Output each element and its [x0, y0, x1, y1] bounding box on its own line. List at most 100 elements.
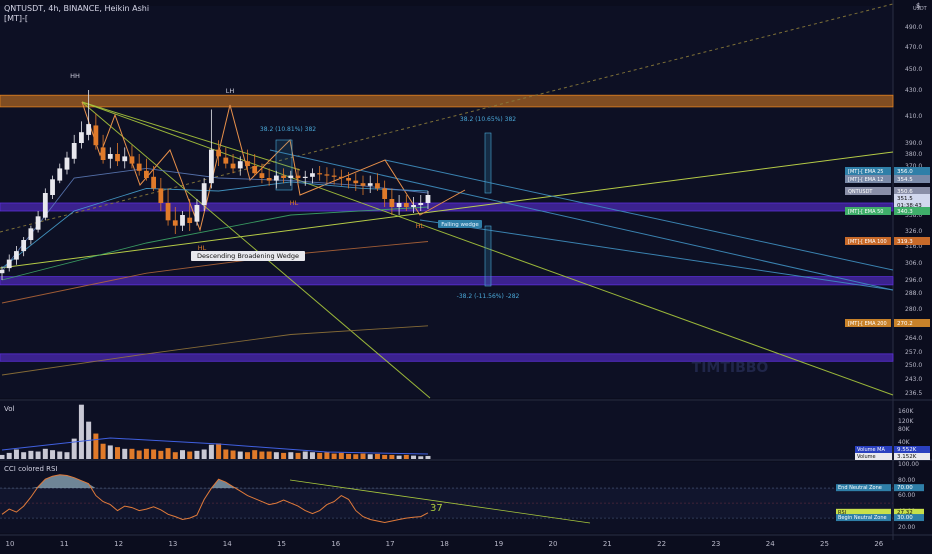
x-tick-label: 19 — [494, 540, 503, 548]
candle — [389, 199, 395, 207]
y-tick-label: 410.0 — [905, 113, 922, 120]
price-tag-value: 354.5 — [897, 177, 913, 183]
candle — [187, 217, 193, 223]
volume-bar — [230, 450, 236, 459]
candle — [223, 157, 229, 164]
price-tag-value: 270.2 — [897, 321, 913, 327]
candle — [165, 203, 171, 221]
volume-bar — [223, 449, 229, 459]
zone-support — [0, 276, 894, 286]
y-tick-label: 296.0 — [905, 277, 922, 284]
vol-tick-label: 80K — [898, 426, 911, 433]
candle — [295, 175, 301, 178]
x-tick-label: 15 — [277, 540, 286, 548]
candle — [115, 154, 120, 162]
x-tick-label: 13 — [168, 540, 177, 548]
candle — [273, 175, 279, 181]
candle — [151, 176, 157, 189]
volume-bar — [187, 451, 193, 459]
price-tag-name-text: [MT]-[ EMA 25 — [848, 169, 883, 175]
candle — [338, 176, 344, 178]
volume-bar — [122, 448, 128, 459]
x-tick-label: 24 — [766, 540, 775, 548]
y-tick-label: 380.0 — [905, 151, 922, 158]
candle — [71, 143, 77, 159]
indicator-label: [MT]-[ — [4, 14, 29, 23]
volume-bar — [35, 451, 41, 459]
candle — [100, 147, 106, 160]
candle — [259, 173, 265, 178]
volume-bar — [208, 444, 214, 459]
volume-bar — [295, 452, 301, 459]
volume-bar — [42, 448, 48, 459]
chart-title: QNTUSDT, 4h, BINANCE, Heikin Ashi — [4, 4, 150, 13]
rsi-tick-label: 100.00 — [898, 461, 919, 468]
volume-bar — [165, 448, 171, 459]
candle — [136, 163, 142, 171]
candle — [144, 170, 149, 178]
candle — [382, 188, 388, 199]
annotation-label: 38.2 (10.65%) 382 — [460, 116, 516, 123]
candle — [266, 178, 272, 181]
y-tick-label: 326.0 — [905, 228, 922, 235]
x-tick-label: 12 — [114, 540, 123, 548]
rsi-neutral-zone — [0, 488, 893, 519]
volume-bar — [216, 443, 222, 459]
volume-bar — [158, 450, 164, 459]
x-tick-label: 20 — [549, 540, 558, 548]
annotation-label: LH — [226, 87, 235, 95]
x-tick-label: 22 — [657, 540, 666, 548]
volume-bar — [403, 454, 409, 459]
pattern-label: Falling wedge — [441, 222, 479, 228]
candle — [122, 156, 128, 162]
vol-label-text: Volume — [857, 454, 876, 460]
rsi-level-text: End Neutral Zone — [838, 485, 882, 491]
volume-bar — [338, 452, 344, 459]
candle — [194, 205, 200, 222]
rsi-last-value: 37 — [430, 503, 443, 514]
price-tag-name-text: [MT]-[ EMA 100 — [848, 239, 887, 245]
y-tick-label: 264.0 — [905, 335, 922, 342]
volume-bar — [143, 448, 149, 459]
volume-bar — [21, 452, 27, 459]
candle — [180, 215, 185, 226]
y-tick-label: 490.0 — [905, 24, 922, 31]
price-tag-value: 340.3 — [897, 209, 913, 215]
chart-canvas[interactable]: HHLHHLHLHLDescending Broadening Wedge38.… — [0, 0, 932, 550]
y-tick-label: 250.0 — [905, 362, 922, 369]
price-tag-value: 319.3 — [897, 239, 913, 245]
price-panel — [0, 6, 893, 398]
volume-bar — [57, 451, 63, 459]
volume-bar — [100, 443, 106, 459]
candle — [86, 124, 92, 135]
volume-bar — [136, 450, 142, 459]
volume-bar — [396, 455, 402, 459]
candle — [310, 173, 315, 177]
volume-bar — [237, 451, 243, 459]
candle — [208, 149, 214, 184]
rsi-tick-label: 20.00 — [898, 524, 915, 531]
volume-bar — [273, 452, 279, 459]
volume-bar — [346, 453, 352, 459]
candle — [418, 203, 424, 205]
rsi-level-text: Begin Neutral Zone — [838, 515, 887, 521]
price-tag-name-text: [MT]-[ EMA 200 — [848, 321, 887, 327]
y-tick-label: 306.0 — [905, 260, 922, 267]
price-tag-name-text: [MT]-[ EMA 50 — [848, 209, 883, 215]
candle — [403, 203, 409, 207]
candle — [411, 205, 416, 207]
x-tick-label: 21 — [603, 540, 612, 548]
candle — [21, 240, 27, 252]
candle — [57, 168, 63, 181]
volume-bar — [50, 450, 56, 459]
x-tick-label: 16 — [331, 540, 340, 548]
measure-box-up — [484, 132, 492, 194]
volume-title: Vol — [4, 405, 15, 413]
candle — [317, 173, 323, 175]
volume-bar — [151, 449, 157, 459]
scale-currency: $ — [916, 2, 921, 10]
volume-bar — [115, 447, 121, 459]
volume-bar — [78, 404, 84, 459]
rsi-value-text: 30.00 — [897, 515, 913, 521]
vol-value-text: 9.552K — [897, 447, 917, 453]
